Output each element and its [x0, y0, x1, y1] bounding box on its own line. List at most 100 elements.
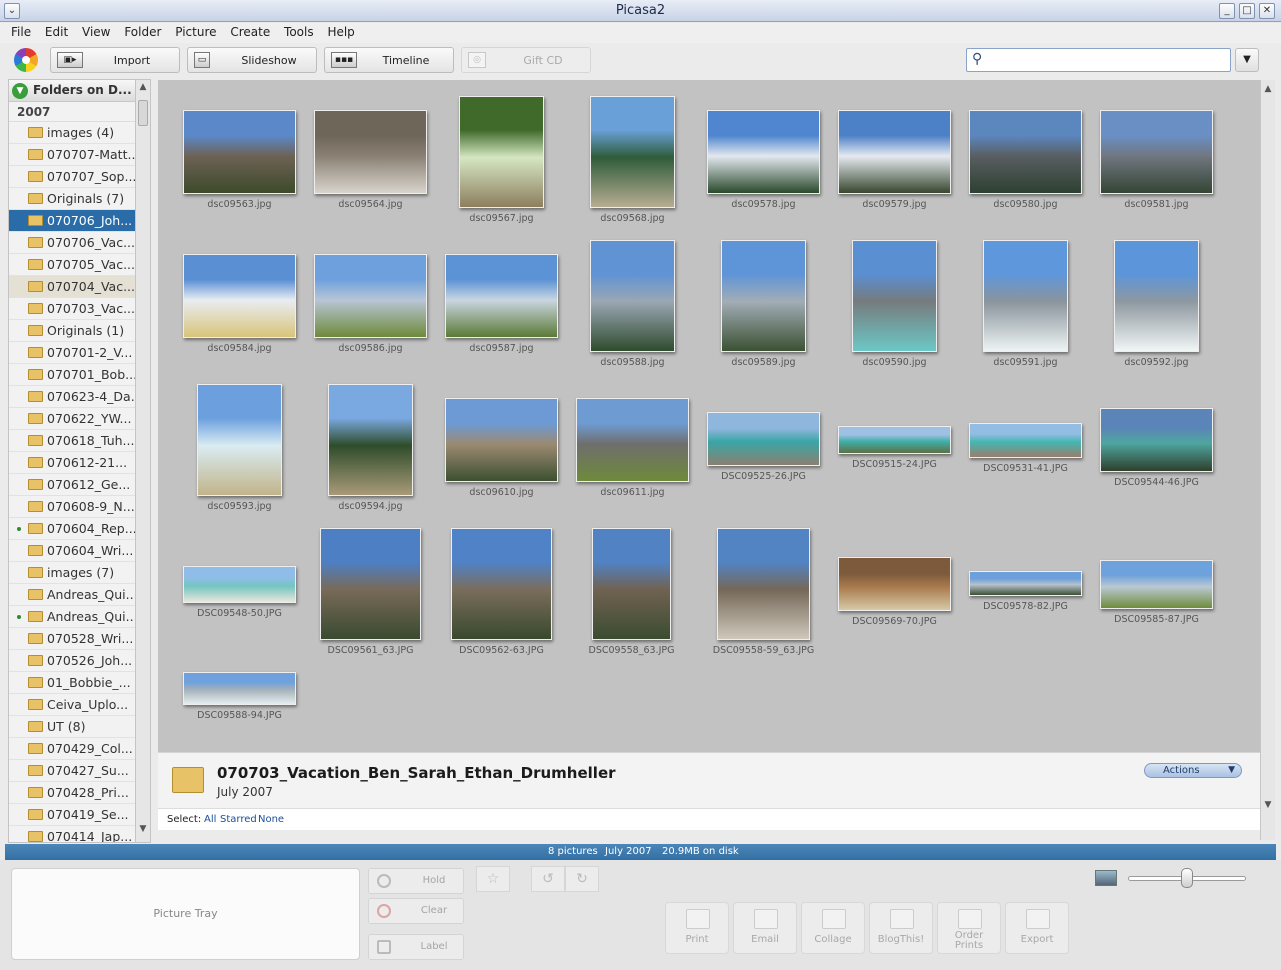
import-button[interactable]: ▣▸ Import [50, 47, 180, 73]
photo-thumbnail[interactable] [838, 557, 951, 611]
menu-help[interactable]: Help [327, 23, 354, 39]
sidebar-folder-item[interactable]: Andreas_Qui... [9, 606, 135, 628]
photo-thumbnail[interactable] [852, 240, 937, 352]
photo-thumbnail[interactable] [445, 254, 558, 338]
select-starred-link[interactable]: Starred [220, 814, 257, 825]
sidebar-folder-item[interactable]: 070604_Wri... [9, 540, 135, 562]
sidebar-folder-item[interactable]: Ceiva_Uplo... [9, 694, 135, 716]
sidebar-folder-item[interactable]: 070429_Col... [9, 738, 135, 760]
photo-thumbnail[interactable] [183, 110, 296, 194]
photo-thumbnail[interactable] [183, 254, 296, 338]
photo-thumbnail[interactable] [1100, 560, 1213, 609]
photo-thumbnail[interactable] [1100, 110, 1213, 194]
photo-thumbnail[interactable] [590, 96, 675, 208]
search-box[interactable]: ⚲ [966, 48, 1231, 72]
sidebar-folder-item[interactable]: 070706_Vac... [9, 232, 135, 254]
photo-thumbnail[interactable] [969, 571, 1082, 596]
hold-button[interactable]: Hold [368, 868, 464, 894]
photo-thumbnail[interactable] [590, 240, 675, 352]
export-button[interactable]: Export [1005, 902, 1069, 954]
search-input[interactable] [991, 52, 1221, 66]
scroll-up-icon[interactable]: ▲ [136, 82, 150, 98]
sidebar-folder-item[interactable]: 070427_Su... [9, 760, 135, 782]
menu-edit[interactable]: Edit [45, 23, 68, 39]
photo-thumbnail[interactable] [838, 426, 951, 454]
folders-header[interactable]: ▼ Folders on D... [9, 80, 135, 102]
maximize-icon[interactable]: □ [1239, 3, 1255, 19]
select-none-link[interactable]: None [258, 814, 284, 825]
scroll-down-icon[interactable]: ▼ [136, 824, 150, 840]
photo-thumbnail[interactable] [717, 528, 810, 640]
sidebar-folder-item[interactable]: Originals (1) [9, 320, 135, 342]
menu-folder[interactable]: Folder [124, 23, 161, 39]
timeline-button[interactable]: ▪▪▪ Timeline [324, 47, 454, 73]
menu-tools[interactable]: Tools [284, 23, 314, 39]
photo-thumbnail[interactable] [721, 240, 806, 352]
folder-list-scroll-thumb[interactable] [138, 100, 148, 126]
label-button[interactable]: Label [368, 934, 464, 960]
blogthis-button[interactable]: BlogThis! [869, 902, 933, 954]
sidebar-folder-item[interactable]: Andreas_Qui... [9, 584, 135, 606]
sidebar-folder-item[interactable]: 070706_Joh... [9, 210, 135, 232]
gift-cd-button[interactable]: ◎ Gift CD [461, 47, 591, 73]
actions-button[interactable]: Actions ▼ [1144, 763, 1242, 778]
photo-thumbnail[interactable] [707, 412, 820, 466]
photo-thumbnail[interactable] [459, 96, 544, 208]
close-icon[interactable]: ✕ [1259, 3, 1275, 19]
menu-view[interactable]: View [82, 23, 110, 39]
sidebar-folder-item[interactable]: 070419_Se... [9, 804, 135, 826]
minimize-icon[interactable]: _ [1219, 3, 1235, 19]
sidebar-folder-item[interactable]: 070608-9_N... [9, 496, 135, 518]
sidebar-folder-item[interactable]: images (7) [9, 562, 135, 584]
scroll-down-icon[interactable]: ▼ [1261, 800, 1275, 816]
sidebar-folder-item[interactable]: UT (8) [9, 716, 135, 738]
menu-picture[interactable]: Picture [175, 23, 216, 39]
star-icon[interactable]: ☆ [476, 866, 510, 892]
search-options-button[interactable]: ▼ [1235, 48, 1259, 72]
sidebar-folder-item[interactable]: 070526_Joh... [9, 650, 135, 672]
zoom-slider-handle[interactable] [1181, 868, 1193, 888]
sidebar-folder-item[interactable]: images (4) [9, 122, 135, 144]
sidebar-folder-item[interactable]: 070701-2_V... [9, 342, 135, 364]
collapse-icon[interactable]: ▼ [12, 83, 28, 99]
sidebar-folder-item[interactable]: 070612_Ge... [9, 474, 135, 496]
select-all-link[interactable]: All [204, 814, 216, 825]
photo-thumbnail[interactable] [320, 528, 421, 640]
sidebar-folder-item[interactable]: 070701_Bob... [9, 364, 135, 386]
scroll-up-icon[interactable]: ▲ [1261, 84, 1275, 100]
photo-thumbnail[interactable] [197, 384, 282, 496]
sidebar-folder-item[interactable]: 070528_Wri... [9, 628, 135, 650]
sidebar-folder-item[interactable]: 070705_Vac... [9, 254, 135, 276]
sidebar-folder-item[interactable]: 070623-4_Da... [9, 386, 135, 408]
photo-thumbnail[interactable] [1114, 240, 1199, 352]
sidebar-folder-item[interactable]: 070703_Vac... [9, 298, 135, 320]
rotate-right-icon[interactable]: ↻ [565, 866, 599, 892]
sidebar-folder-item[interactable]: 070618_Tuh... [9, 430, 135, 452]
photo-thumbnail[interactable] [969, 423, 1082, 458]
print-button[interactable]: Print [665, 902, 729, 954]
photo-thumbnail[interactable] [314, 254, 427, 338]
sidebar-folder-item[interactable]: 070707-Matt... [9, 144, 135, 166]
clear-button[interactable]: Clear [368, 898, 464, 924]
rotate-left-icon[interactable]: ↺ [531, 866, 565, 892]
photo-thumbnail[interactable] [838, 110, 951, 194]
thumbnail-scrollbar[interactable]: ▲ ▼ [1260, 80, 1275, 840]
photo-thumbnail[interactable] [707, 110, 820, 194]
photo-thumbnail[interactable] [445, 398, 558, 482]
picture-tray[interactable]: Picture Tray [11, 868, 360, 960]
sidebar-folder-item[interactable]: 01_Bobbie_... [9, 672, 135, 694]
sidebar-folder-item[interactable]: 070707_Sop... [9, 166, 135, 188]
sidebar-folder-item[interactable]: 070704_Vac... [9, 276, 135, 298]
photo-thumbnail[interactable] [592, 528, 671, 640]
order-prints-button[interactable]: Order Prints [937, 902, 1001, 954]
sidebar-folder-item[interactable]: 070604_Rep... [9, 518, 135, 540]
sidebar-folder-item[interactable]: 070414_Jap... [9, 826, 135, 842]
photo-thumbnail[interactable] [183, 566, 296, 603]
photo-thumbnail[interactable] [969, 110, 1082, 194]
sidebar-folder-item[interactable]: 070622_YW... [9, 408, 135, 430]
photo-thumbnail[interactable] [576, 398, 689, 482]
folder-list-scrollbar[interactable]: ▲ ▼ [136, 79, 151, 843]
photo-thumbnail[interactable] [983, 240, 1068, 352]
menu-create[interactable]: Create [230, 23, 270, 39]
collage-button[interactable]: Collage [801, 902, 865, 954]
